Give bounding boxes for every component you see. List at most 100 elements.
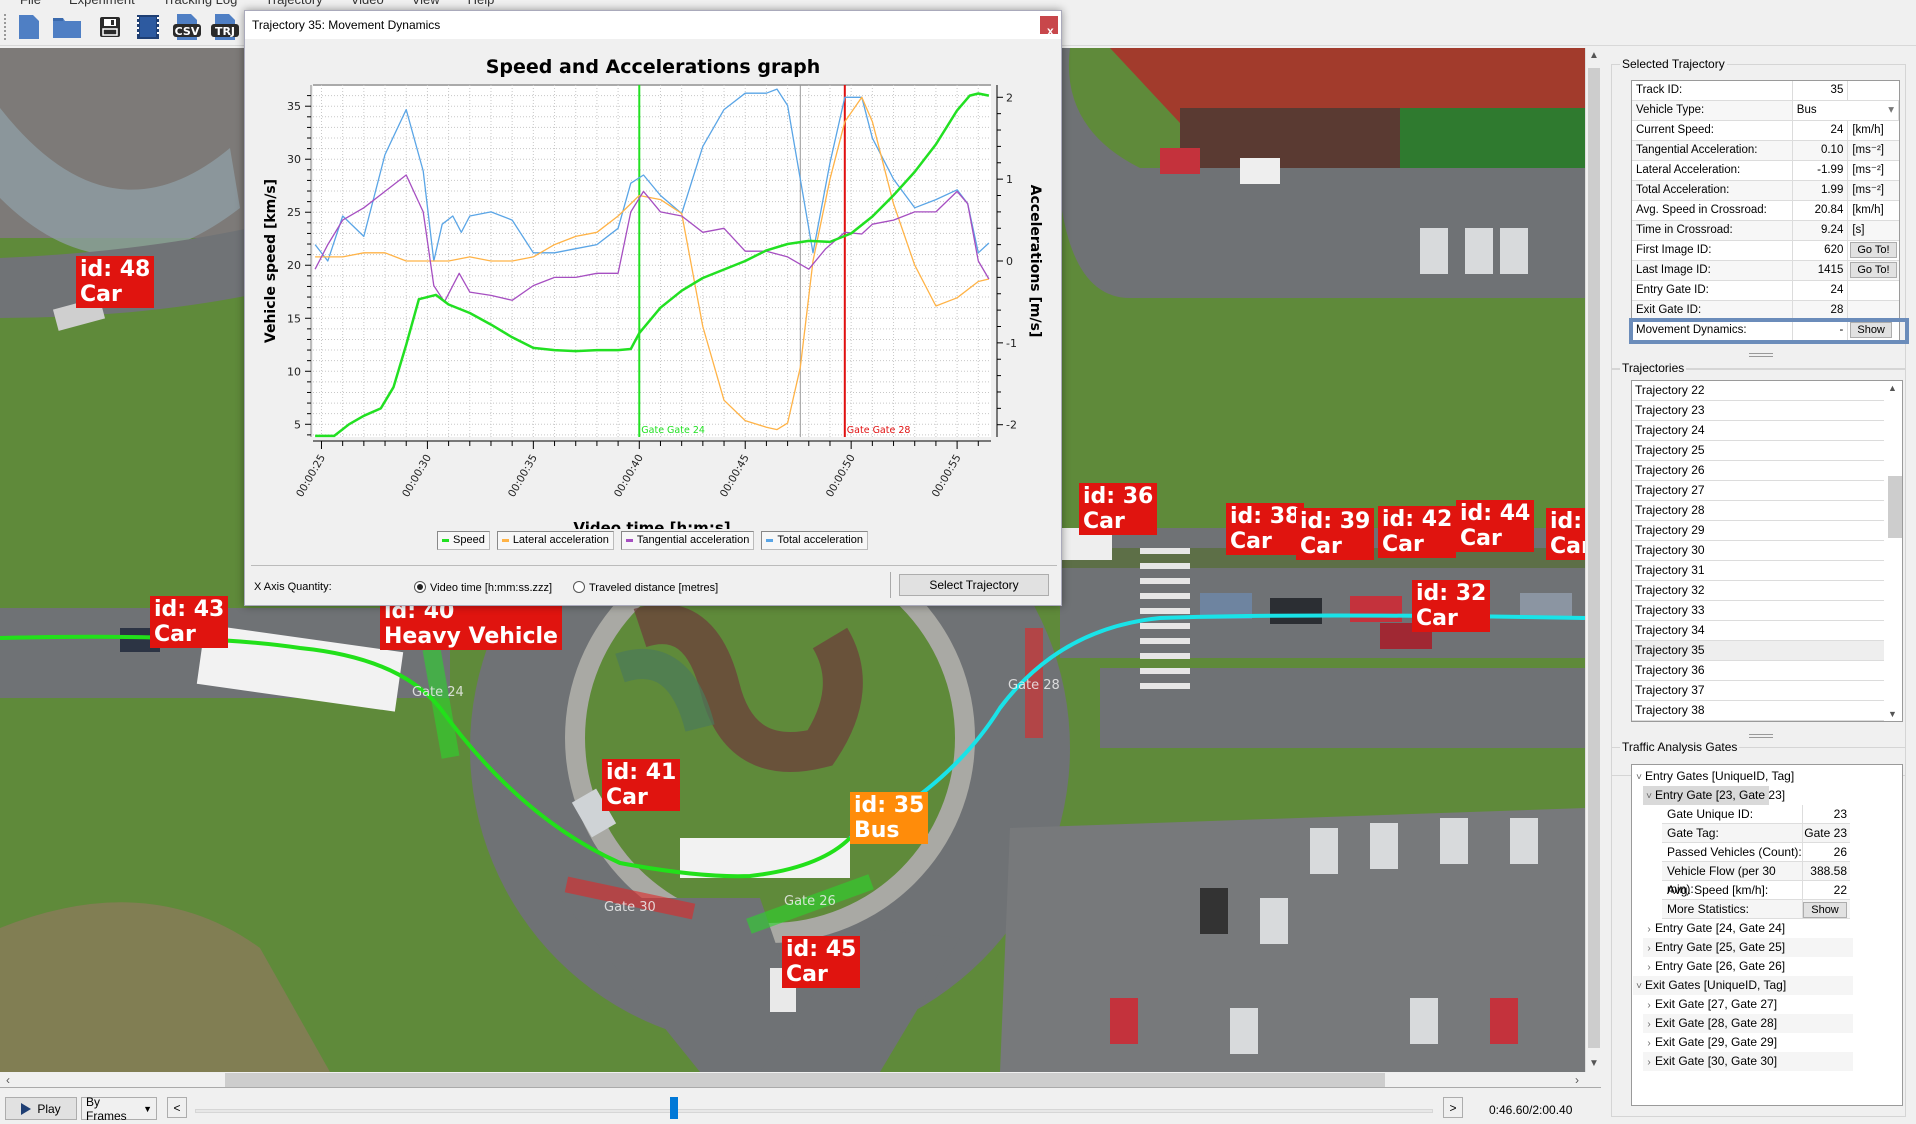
legend-item[interactable]: Speed: [437, 531, 490, 550]
trajectory-list-item[interactable]: Trajectory 28: [1632, 501, 1884, 521]
entry-gate-node[interactable]: › Entry Gate [24, Gate 24]: [1643, 919, 1785, 938]
menu-tracking-log[interactable]: Tracking Log: [149, 0, 252, 8]
video-vscroll-thumb[interactable]: [1588, 68, 1600, 1048]
trajectory-list-item[interactable]: Trajectory 22: [1632, 381, 1884, 401]
vehicle-label-38[interactable]: id: 38 Car: [1226, 503, 1305, 555]
trajectory-list-item[interactable]: Trajectory 25: [1632, 441, 1884, 461]
radio-distance-indicator[interactable]: [573, 581, 585, 593]
previous-frame-button[interactable]: <: [167, 1097, 187, 1118]
vehicle-label-44[interactable]: id: 44 Car: [1456, 500, 1535, 552]
scroll-left-arrow-icon[interactable]: ‹: [0, 1072, 16, 1088]
chevron-down-icon[interactable]: ˅: [1633, 977, 1645, 996]
entry-gates-node[interactable]: ˅ Entry Gates [UniqueID, Tag]: [1633, 767, 1794, 786]
trajectory-list-scroll-thumb[interactable]: [1888, 476, 1902, 538]
gates-tree[interactable]: ˅ Entry Gates [UniqueID, Tag] ˅ Entry Gate …: [1631, 764, 1903, 1106]
vehicle-label-48[interactable]: id: 48 Car: [76, 256, 155, 308]
vehicle-type-dropdown[interactable]: Bus ▾: [1792, 101, 1899, 120]
legend-item[interactable]: Lateral acceleration: [496, 531, 614, 550]
exit-gates-node[interactable]: ˅ Exit Gates [UniqueID, Tag]: [1633, 976, 1853, 995]
chevron-right-icon[interactable]: ›: [1643, 1015, 1655, 1034]
chevron-right-icon[interactable]: ›: [1643, 939, 1655, 958]
legend-item[interactable]: Total acceleration: [761, 531, 868, 550]
video-horizontal-scrollbar[interactable]: ‹ ›: [0, 1072, 1601, 1088]
menu-view[interactable]: View: [398, 0, 454, 8]
radio-traveled-distance[interactable]: Traveled distance [metres]: [573, 581, 718, 594]
radio-video-time-indicator[interactable]: [414, 581, 426, 593]
video-position-slider[interactable]: [195, 1109, 1433, 1113]
menu-file[interactable]: File: [6, 0, 55, 8]
trajectory-list-scrollbar[interactable]: ▲ ▼: [1884, 381, 1902, 721]
radio-video-time[interactable]: Video time [h:mm:ss.zzz]: [414, 581, 552, 594]
entry-gate-23-node[interactable]: ˅ Entry Gate [23, Gate 23]: [1643, 786, 1785, 806]
trajectory-list-item[interactable]: Trajectory 35: [1632, 641, 1884, 661]
trajectory-list-item[interactable]: Trajectory 24: [1632, 421, 1884, 441]
trajectory-list-item[interactable]: Trajectory 34: [1632, 621, 1884, 641]
trajectory-list-item[interactable]: Trajectory 29: [1632, 521, 1884, 541]
vehicle-label-35[interactable]: id: 35 Bus: [850, 792, 929, 844]
scroll-down-arrow-icon[interactable]: ▼: [1586, 1056, 1602, 1072]
save-button[interactable]: [95, 13, 125, 41]
go-to-button[interactable]: Go To!: [1850, 242, 1897, 258]
vehicle-label-41[interactable]: id: 41 Car: [602, 759, 681, 811]
vehicle-label-36[interactable]: id: 36 Car: [1079, 483, 1158, 535]
video-button[interactable]: [133, 13, 163, 41]
splitter-handle[interactable]: [1749, 353, 1773, 357]
select-trajectory-button[interactable]: Select Trajectory: [899, 574, 1049, 596]
chevron-right-icon[interactable]: ›: [1643, 1034, 1655, 1053]
vehicle-label-43[interactable]: id: 43 Car: [150, 596, 229, 648]
open-folder-button[interactable]: [52, 13, 82, 41]
trj-export-button[interactable]: TRJ: [210, 13, 240, 41]
splitter-handle-2[interactable]: [1749, 734, 1773, 738]
trajectory-list-item[interactable]: Trajectory 30: [1632, 541, 1884, 561]
exit-gate-node[interactable]: › Exit Gate [28, Gate 28]: [1643, 1014, 1853, 1033]
csv-export-button[interactable]: CSV: [172, 13, 202, 41]
trajectory-list-item[interactable]: Trajectory 26: [1632, 461, 1884, 481]
chevron-down-icon[interactable]: ˅: [1633, 768, 1645, 787]
trajectory-list[interactable]: Trajectory 22 Trajectory 23 Trajectory 24 T…: [1631, 380, 1903, 722]
list-scroll-up-icon[interactable]: ▲: [1888, 383, 1897, 393]
new-file-button[interactable]: [14, 13, 44, 41]
trajectory-list-item[interactable]: Trajectory 33: [1632, 601, 1884, 621]
menu-experiment[interactable]: Experiment: [55, 0, 149, 8]
trajectory-list-item[interactable]: Trajectory 31: [1632, 561, 1884, 581]
entry-gate-node[interactable]: › Entry Gate [26, Gate 26]: [1643, 957, 1785, 976]
menu-help[interactable]: Help: [454, 0, 509, 8]
list-scroll-down-icon[interactable]: ▼: [1888, 709, 1897, 719]
video-hscroll-thumb[interactable]: [225, 1073, 1385, 1087]
chevron-right-icon[interactable]: ›: [1643, 958, 1655, 977]
vehicle-label-39[interactable]: id: 39 Car: [1296, 508, 1375, 560]
trajectory-list-item[interactable]: Trajectory 36: [1632, 661, 1884, 681]
vehicle-label-45[interactable]: id: 45 Car: [782, 936, 861, 988]
play-button[interactable]: Play: [5, 1097, 77, 1120]
exit-gate-node[interactable]: › Exit Gate [30, Gate 30]: [1643, 1052, 1853, 1071]
chevron-right-icon[interactable]: ›: [1643, 996, 1655, 1015]
chevron-down-icon[interactable]: ˅: [1643, 787, 1655, 806]
vehicle-label-partial[interactable]: id:Car: [1546, 508, 1585, 560]
trajectory-list-item[interactable]: Trajectory 38: [1632, 701, 1884, 721]
dialog-title-bar[interactable]: Trajectory 35: Movement Dynamics x: [245, 11, 1061, 39]
go-to-button[interactable]: Go To!: [1850, 262, 1897, 278]
scroll-up-arrow-icon[interactable]: ▲: [1586, 48, 1602, 64]
trajectory-list-item[interactable]: Trajectory 27: [1632, 481, 1884, 501]
entry-gate-node[interactable]: › Entry Gate [25, Gate 25]: [1643, 938, 1853, 957]
next-frame-button[interactable]: >: [1443, 1097, 1463, 1118]
frame-mode-dropdown[interactable]: By Frames ▼: [81, 1095, 157, 1123]
trajectory-list-item[interactable]: Trajectory 23: [1632, 401, 1884, 421]
exit-gate-node[interactable]: › Exit Gate [29, Gate 29]: [1643, 1033, 1777, 1052]
chevron-right-icon[interactable]: ›: [1643, 1053, 1655, 1072]
toolbar-grip[interactable]: [4, 14, 7, 40]
close-button[interactable]: x: [1040, 16, 1058, 38]
trajectory-list-item[interactable]: Trajectory 32: [1632, 581, 1884, 601]
vehicle-label-32[interactable]: id: 32 Car: [1412, 580, 1491, 632]
video-vertical-scrollbar[interactable]: ▲ ▼: [1585, 48, 1601, 1072]
more-statistics-show-button[interactable]: Show: [1803, 902, 1847, 918]
slider-handle[interactable]: [670, 1097, 679, 1119]
legend-item[interactable]: Tangential acceleration: [620, 531, 755, 550]
menu-trajectory[interactable]: Trajectory: [251, 0, 336, 8]
scroll-right-arrow-icon[interactable]: ›: [1569, 1072, 1585, 1088]
menu-video[interactable]: Video: [337, 0, 398, 8]
exit-gate-node[interactable]: › Exit Gate [27, Gate 27]: [1643, 995, 1777, 1014]
vehicle-label-42[interactable]: id: 42 Car: [1378, 506, 1457, 558]
trajectory-list-item[interactable]: Trajectory 37: [1632, 681, 1884, 701]
chevron-right-icon[interactable]: ›: [1643, 920, 1655, 939]
